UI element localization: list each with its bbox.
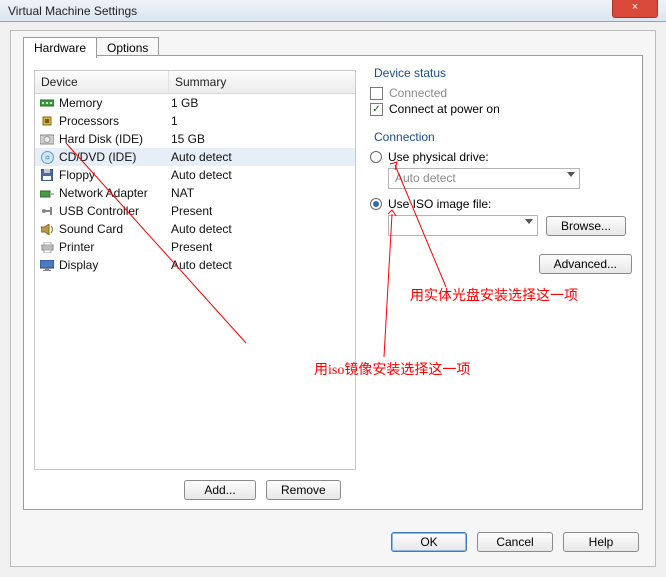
device-name: Network Adapter (59, 186, 171, 200)
device-row-net[interactable]: Network AdapterNAT (35, 184, 355, 202)
device-summary: 1 GB (171, 96, 198, 110)
device-list: Device Summary Memory1 GBProcessors1Hard… (34, 70, 356, 470)
physical-drive-row: Auto detect (388, 168, 632, 189)
connected-checkbox-row: Connected (370, 86, 632, 100)
title-bar: Virtual Machine Settings × (0, 0, 666, 22)
window-title: Virtual Machine Settings (8, 4, 137, 18)
device-summary: Auto detect (171, 258, 232, 272)
cancel-button[interactable]: Cancel (477, 532, 553, 552)
device-summary: 1 (171, 114, 178, 128)
device-row-mem[interactable]: Memory1 GB (35, 94, 355, 112)
add-button[interactable]: Add... (184, 480, 256, 500)
connection-group: Connection Use physical drive: Auto dete… (370, 130, 632, 274)
device-name: Display (59, 258, 171, 272)
tab-hardware[interactable]: Hardware (23, 37, 97, 58)
device-summary: Auto detect (171, 222, 232, 236)
poweron-label: Connect at power on (389, 102, 500, 116)
advanced-button[interactable]: Advanced... (539, 254, 632, 274)
group-label-connection: Connection (370, 130, 632, 144)
col-device[interactable]: Device (35, 71, 169, 93)
device-list-header: Device Summary (35, 71, 355, 94)
iso-file-combo[interactable] (388, 215, 538, 236)
device-row-flp[interactable]: FloppyAuto detect (35, 166, 355, 184)
usb-icon (39, 204, 55, 218)
chevron-down-icon (567, 172, 575, 177)
hdd-icon (39, 132, 55, 146)
poweron-checkbox[interactable]: ✓ (370, 103, 383, 116)
device-row-usb[interactable]: USB ControllerPresent (35, 202, 355, 220)
close-button[interactable]: × (612, 0, 658, 18)
device-name: Printer (59, 240, 171, 254)
device-name: Sound Card (59, 222, 171, 236)
device-row-cd[interactable]: CD/DVD (IDE)Auto detect (35, 148, 355, 166)
radio-physical[interactable] (370, 151, 382, 163)
device-summary: Auto detect (171, 168, 232, 182)
help-button[interactable]: Help (563, 532, 639, 552)
dialog-body: Hardware Options Device Summary Memory1 … (10, 30, 656, 567)
radio-physical-label: Use physical drive: (388, 150, 489, 164)
dsp-icon (39, 258, 55, 272)
device-row-snd[interactable]: Sound CardAuto detect (35, 220, 355, 238)
add-remove-row: Add... Remove (184, 480, 341, 500)
connected-label: Connected (389, 86, 447, 100)
tab-panel-hardware: Device Summary Memory1 GBProcessors1Hard… (23, 55, 643, 510)
net-icon (39, 186, 55, 200)
ok-button[interactable]: OK (391, 532, 467, 552)
device-detail-pane: Device status Connected ✓ Connect at pow… (370, 66, 632, 284)
group-label-status: Device status (370, 66, 632, 80)
radio-iso[interactable] (370, 198, 382, 210)
col-summary[interactable]: Summary (169, 71, 355, 93)
device-row-hdd[interactable]: Hard Disk (IDE)15 GB (35, 130, 355, 148)
flp-icon (39, 168, 55, 182)
mem-icon (39, 96, 55, 110)
radio-iso-row[interactable]: Use ISO image file: (370, 197, 632, 211)
cpu-icon (39, 114, 55, 128)
device-status-group: Device status Connected ✓ Connect at pow… (370, 66, 632, 116)
dialog-buttons: OK Cancel Help (391, 532, 639, 552)
device-name: Processors (59, 114, 171, 128)
iso-file-row: Browse... (388, 215, 632, 236)
poweron-checkbox-row[interactable]: ✓ Connect at power on (370, 102, 632, 116)
device-name: USB Controller (59, 204, 171, 218)
device-row-prn[interactable]: PrinterPresent (35, 238, 355, 256)
device-summary: 15 GB (171, 132, 205, 146)
device-summary: Present (171, 240, 212, 254)
radio-iso-label: Use ISO image file: (388, 197, 491, 211)
device-name: Hard Disk (IDE) (59, 132, 171, 146)
cd-icon (39, 150, 55, 164)
device-summary: Auto detect (171, 150, 232, 164)
device-summary: Present (171, 204, 212, 218)
device-name: CD/DVD (IDE) (59, 150, 171, 164)
snd-icon (39, 222, 55, 236)
device-name: Memory (59, 96, 171, 110)
browse-button[interactable]: Browse... (546, 216, 626, 236)
remove-button[interactable]: Remove (266, 480, 341, 500)
prn-icon (39, 240, 55, 254)
device-row-cpu[interactable]: Processors1 (35, 112, 355, 130)
physical-drive-value: Auto detect (395, 171, 456, 185)
physical-drive-select: Auto detect (388, 168, 580, 189)
device-summary: NAT (171, 186, 194, 200)
radio-physical-row[interactable]: Use physical drive: (370, 150, 632, 164)
chevron-down-icon (525, 219, 533, 224)
device-name: Floppy (59, 168, 171, 182)
connected-checkbox (370, 87, 383, 100)
device-row-dsp[interactable]: DisplayAuto detect (35, 256, 355, 274)
